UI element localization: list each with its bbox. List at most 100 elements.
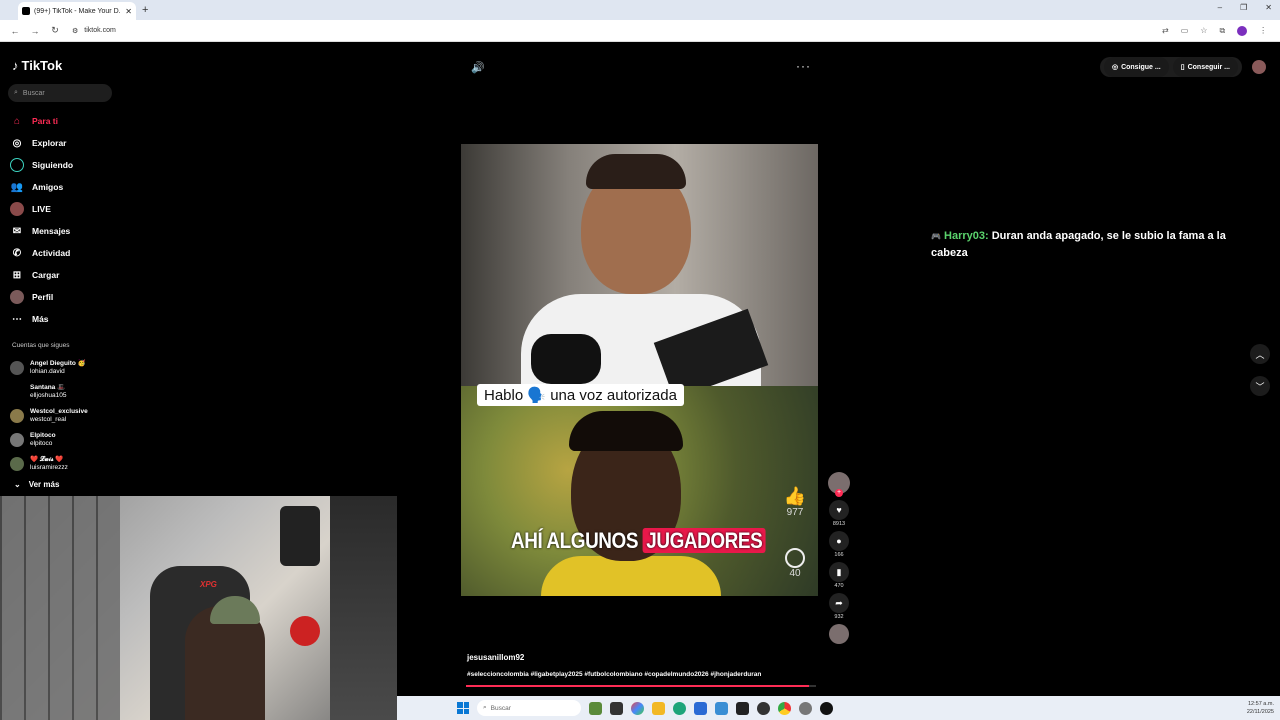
avatar	[10, 385, 24, 399]
chevron-up-icon: ︿	[1255, 349, 1265, 360]
widget-icon[interactable]	[589, 701, 602, 715]
shoe-shelf	[0, 496, 120, 720]
video-player[interactable]: Hablo 🗣️ una voz autorizada AHÍ ALGUNOS …	[461, 144, 818, 596]
copilot-icon[interactable]	[631, 701, 644, 715]
extensions-icon[interactable]: ⧉	[1219, 26, 1225, 36]
nav-item-live[interactable]: LIVE	[10, 198, 73, 220]
get-app-button[interactable]: ▯ Conseguir ...	[1172, 57, 1238, 77]
taskbar-apps	[589, 701, 833, 715]
bookmark-icon[interactable]: ▮	[829, 562, 849, 582]
site-info-icon[interactable]: ⚙	[72, 27, 78, 35]
nav-label: Explorar	[32, 138, 67, 148]
previous-video-button[interactable]: ︿	[1250, 344, 1270, 364]
following-item[interactable]: Elpitoco elpitoco	[10, 428, 88, 452]
nav-item-amigos[interactable]: 👥 Amigos	[10, 176, 73, 198]
next-video-button[interactable]: ﹀	[1250, 376, 1270, 396]
close-window-button[interactable]: ✕	[1265, 3, 1272, 12]
volume-icon[interactable]: 🔊	[471, 61, 485, 74]
heart-icon[interactable]: ♥	[829, 500, 849, 520]
maximize-button[interactable]: ❐	[1240, 3, 1247, 12]
share-action[interactable]: ➦ 932	[828, 593, 850, 620]
nav-label: Cargar	[32, 270, 60, 280]
comment-icon[interactable]: ●	[829, 531, 849, 551]
nav-label: LIVE	[32, 204, 51, 214]
logo-text: TikTok	[21, 58, 63, 73]
reload-icon[interactable]: ↻	[50, 25, 60, 36]
app2-icon[interactable]	[820, 701, 833, 715]
chat-message: 🎮 Harry03: Duran anda apagado, se le sub…	[931, 228, 1251, 261]
forward-icon[interactable]: →	[30, 26, 40, 36]
save-action[interactable]: ▮ 470	[828, 562, 850, 589]
nav-item-para-ti[interactable]: ⌂ Para ti	[10, 110, 73, 132]
nav-item-siguiendo[interactable]: Siguiendo	[10, 154, 73, 176]
following-item[interactable]: Angel Dieguito 🥳 lohian.david	[10, 356, 88, 380]
bookmark-star-icon[interactable]: ☆	[1200, 26, 1207, 35]
tab-title: (99+) TikTok - Make Your D...	[34, 7, 122, 15]
comment-action[interactable]: ● 166	[828, 531, 850, 558]
url-field[interactable]: ⚙ tiktok.com	[72, 22, 1152, 39]
search-input[interactable]: Buscar	[23, 90, 45, 97]
translate-icon[interactable]: ⇄	[1162, 26, 1169, 35]
new-tab-button[interactable]: +	[142, 4, 148, 16]
obs-icon[interactable]	[757, 701, 770, 715]
header-actions: ◎ Consigue ... ▯ Conseguir ...	[1099, 57, 1266, 77]
get-coins-label: Consigue ...	[1121, 63, 1161, 71]
following-item[interactable]: ❤️ 𝓛𝓾𝓲𝓼 ❤️ luisramirezzz	[10, 452, 88, 476]
following-item[interactable]: Santana 🎩 elljoshua105	[10, 380, 88, 404]
tiktok-logo[interactable]: ♪ TikTok	[12, 58, 62, 73]
avatar	[10, 433, 24, 447]
app-icon[interactable]	[715, 701, 728, 715]
speech-bubble-icon	[785, 548, 805, 568]
taskbar-search[interactable]: ⌕ Buscar	[477, 700, 581, 716]
following-name: ❤️ 𝓛𝓾𝓲𝓼 ❤️	[30, 456, 64, 463]
like-action[interactable]: ♥ 8913	[828, 500, 850, 527]
see-more-label: Ver más	[28, 480, 60, 489]
get-coins-button[interactable]: ◎ Consigue ...	[1103, 57, 1169, 77]
video-overlay-like: 👍 977	[783, 486, 807, 518]
nav-item-actividad[interactable]: ✆ Actividad	[10, 242, 73, 264]
more-icon: ⋯	[12, 313, 22, 325]
following-handle: luisramirezzz	[30, 464, 68, 471]
terminal-icon[interactable]	[736, 701, 749, 715]
browser-tab[interactable]: (99+) TikTok - Make Your D... ✕	[18, 2, 136, 20]
taskbar-clock[interactable]: 12:57 a.m. 22/11/2025	[1247, 700, 1274, 716]
see-more-button[interactable]: ⌄ Ver más	[14, 480, 59, 489]
chrome-icon[interactable]	[778, 701, 791, 715]
windows-start-icon[interactable]	[457, 702, 469, 714]
taskbar-search-input[interactable]: Buscar	[491, 705, 511, 712]
overlay-like-count: 977	[786, 507, 804, 518]
following-name: Angel Dieguito 🥳	[30, 360, 86, 367]
menu-icon[interactable]: ⋮	[1259, 26, 1267, 35]
cast-icon[interactable]: ▭	[1181, 26, 1189, 35]
share-icon[interactable]: ➦	[829, 593, 849, 613]
profile-avatar[interactable]	[1237, 25, 1248, 36]
address-bar: ← → ↻ ⚙ tiktok.com ⇄ ▭ ☆ ⧉ ⋮	[0, 20, 1280, 42]
nav-item-mas[interactable]: ⋯ Más	[10, 308, 73, 330]
video-progress-bar[interactable]	[466, 685, 816, 687]
minimize-button[interactable]: –	[1218, 3, 1222, 12]
nav-item-cargar[interactable]: ⊞ Cargar	[10, 264, 73, 286]
tab-close-icon[interactable]: ✕	[125, 7, 132, 16]
more-options-icon[interactable]: ···	[796, 59, 811, 73]
settings-icon[interactable]	[799, 701, 812, 715]
user-avatar[interactable]	[1252, 60, 1266, 74]
edge-icon[interactable]	[673, 701, 686, 715]
file-explorer-icon[interactable]	[652, 701, 665, 715]
author-name[interactable]: jesusanillom92	[467, 653, 524, 662]
store-icon[interactable]	[694, 701, 707, 715]
nav-item-perfil[interactable]: Perfil	[10, 286, 73, 308]
following-item[interactable]: Westcol_exclusive westcol_real	[10, 404, 88, 428]
avatar	[10, 409, 24, 423]
follow-plus-icon[interactable]: +	[835, 489, 843, 497]
task-view-icon[interactable]	[610, 701, 623, 715]
nav-item-mensajes[interactable]: ✉ Mensajes	[10, 220, 73, 242]
share-count: 932	[834, 614, 844, 620]
creator-avatar[interactable]: +	[828, 472, 850, 497]
video-top-frame	[461, 144, 818, 400]
tiktok-favicon-icon	[22, 7, 30, 15]
nav-item-explorar[interactable]: ◎ Explorar	[10, 132, 73, 154]
music-disc-avatar[interactable]	[829, 624, 849, 644]
back-icon[interactable]: ←	[10, 26, 20, 36]
hashtags[interactable]: #seleccioncolombia #ligabetplay2025 #fut…	[467, 671, 761, 678]
search-box[interactable]: ⌕ Buscar	[8, 84, 112, 102]
